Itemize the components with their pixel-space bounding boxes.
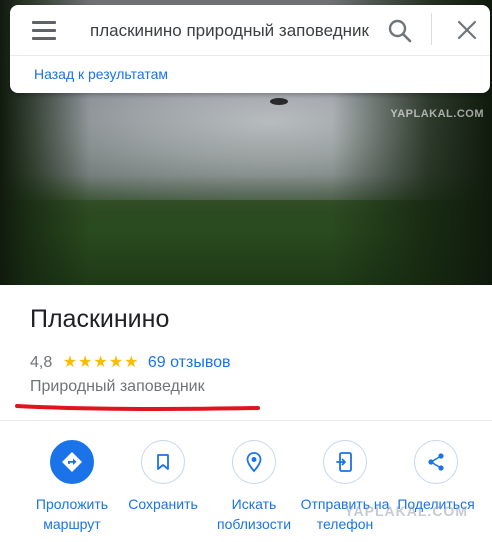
search-input[interactable]: пласкинино природный заповедник (90, 19, 378, 43)
send-to-phone-button[interactable]: Отправить на телефон (300, 440, 390, 534)
save-label: Сохранить (128, 496, 198, 512)
place-title: Пласкинино (30, 305, 170, 333)
rating-value: 4,8 (30, 354, 53, 371)
share-icon (414, 440, 458, 484)
place-category: Природный заповедник (30, 378, 205, 395)
star-rating: ★★★★★ (62, 354, 140, 371)
save-button[interactable]: Сохранить (118, 440, 208, 514)
directions-label: Проложить маршрут (35, 496, 109, 532)
menu-icon[interactable] (32, 21, 56, 41)
photo-duck (270, 98, 288, 105)
close-icon[interactable] (454, 17, 480, 43)
search-icon[interactable] (386, 17, 414, 45)
search-box: пласкинино природный заповедник Назад к … (10, 5, 490, 93)
back-to-results-link[interactable]: Назад к результатам (34, 66, 168, 82)
nearby-button[interactable]: Искать поблизости (209, 440, 299, 534)
watermark-bottom: YAPLAKAL.COM (344, 503, 468, 519)
bookmark-icon (141, 440, 185, 484)
rating-row: 4,8 ★★★★★ 69 отзывов (30, 353, 231, 373)
directions-icon (50, 440, 94, 484)
section-divider (0, 420, 492, 421)
nearby-label: Искать поблизости (216, 496, 292, 532)
nearby-icon (232, 440, 276, 484)
watermark-top: YAPLAKAL.COM (390, 108, 484, 120)
send-to-phone-icon (323, 440, 367, 484)
red-annotation-underline (15, 404, 260, 412)
search-divider (431, 13, 432, 45)
reviews-link[interactable]: 69 отзывов (148, 354, 231, 371)
searchbar-divider (10, 55, 490, 56)
directions-button[interactable]: Проложить маршрут (27, 440, 117, 534)
